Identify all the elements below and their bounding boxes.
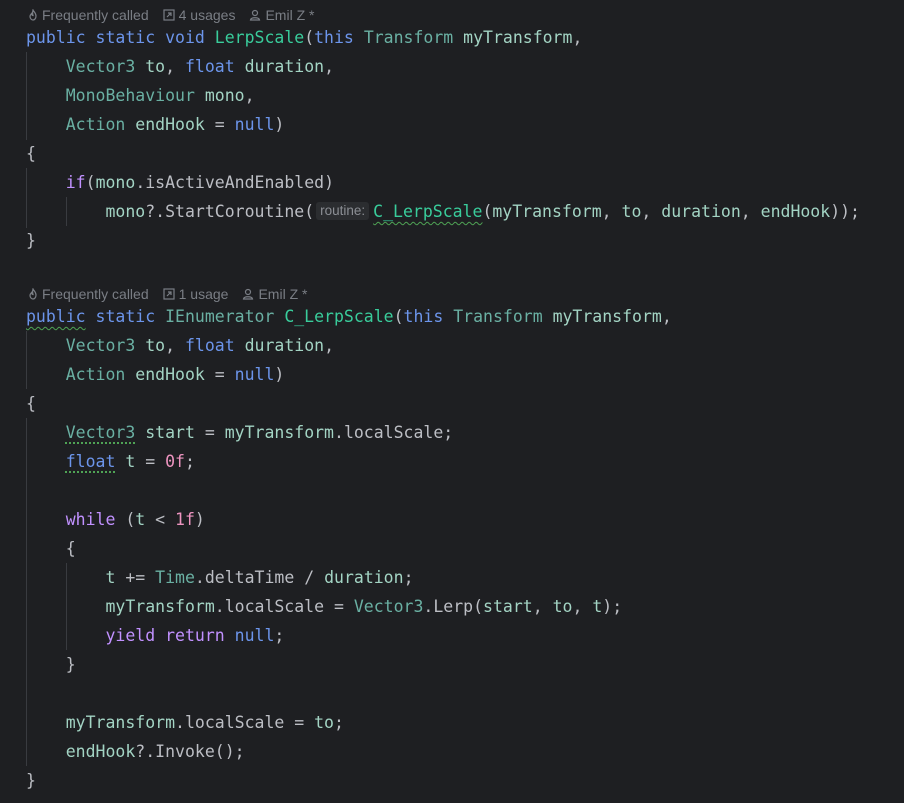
code-line[interactable]: {: [26, 534, 76, 563]
code-line[interactable]: }: [26, 766, 36, 795]
code-line[interactable]: t += Time.deltaTime / duration;: [26, 563, 413, 592]
code-line[interactable]: float t = 0f;: [26, 447, 195, 476]
code-line[interactable]: mono?.StartCoroutine(routine: C_LerpScale…: [26, 197, 860, 226]
code-line[interactable]: public static void LerpScale(this Transf…: [26, 23, 582, 52]
frequently-called-hint[interactable]: Frequently called: [28, 7, 149, 23]
code-line[interactable]: {: [26, 139, 36, 168]
frequently-called-hint[interactable]: Frequently called: [28, 286, 149, 302]
code-line[interactable]: myTransform.localScale = Vector3.Lerp(st…: [26, 592, 622, 621]
usages-label: 4 usages: [178, 6, 236, 23]
person-icon: [243, 288, 254, 300]
code-line[interactable]: while (t < 1f): [26, 505, 205, 534]
code-line[interactable]: Vector3 start = myTransform.localScale;: [26, 418, 453, 447]
author-hint[interactable]: Emil Z *: [242, 286, 307, 302]
author-label: Emil Z *: [258, 285, 308, 302]
code-line[interactable]: myTransform.localScale = to;: [26, 708, 344, 737]
code-line[interactable]: }: [26, 226, 36, 255]
author-label: Emil Z *: [265, 6, 315, 23]
flame-icon: [29, 8, 37, 21]
usages-link-icon: [163, 287, 175, 300]
code-line[interactable]: }: [26, 650, 76, 679]
parameter-hint: routine:: [316, 202, 370, 220]
author-hint[interactable]: Emil Z *: [249, 7, 314, 23]
code-line[interactable]: public static IEnumerator C_LerpScale(th…: [26, 302, 672, 331]
person-icon: [250, 9, 261, 21]
code-line[interactable]: Action endHook = null): [26, 110, 285, 139]
code-line[interactable]: yield return null;: [26, 621, 284, 650]
code-line[interactable]: Vector3 to, float duration,: [26, 52, 334, 81]
code-editor[interactable]: Frequently called 4 usages Emil Z * publ…: [0, 0, 904, 803]
usages-link[interactable]: 4 usages: [163, 6, 236, 23]
usages-link-icon: [163, 8, 175, 21]
code-line[interactable]: endHook?.Invoke();: [26, 737, 245, 766]
code-line[interactable]: if(mono.isActiveAndEnabled): [26, 168, 334, 197]
frequently-called-label: Frequently called: [42, 285, 149, 302]
frequently-called-label: Frequently called: [42, 6, 149, 23]
code-line[interactable]: Vector3 to, float duration,: [26, 331, 334, 360]
code-line[interactable]: MonoBehaviour mono,: [26, 81, 255, 110]
usages-label: 1 usage: [178, 285, 229, 302]
code-line[interactable]: {: [26, 389, 36, 418]
flame-icon: [29, 287, 37, 300]
usages-link[interactable]: 1 usage: [163, 285, 229, 302]
code-line[interactable]: Action endHook = null): [26, 360, 285, 389]
